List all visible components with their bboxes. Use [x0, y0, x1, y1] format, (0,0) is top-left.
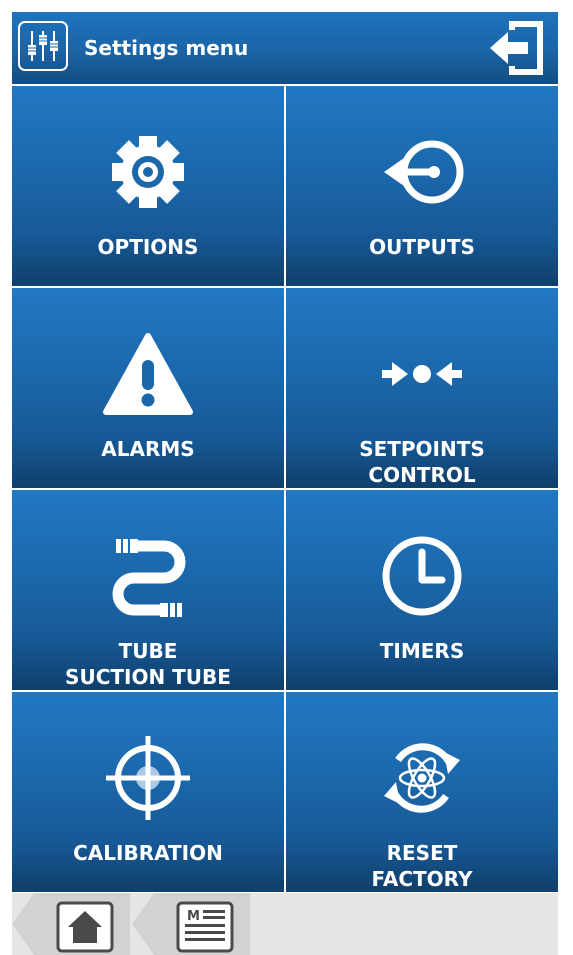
suction-tube-label: TUBE SUCTION TUBE	[65, 639, 231, 689]
menu-button[interactable]: M	[132, 893, 250, 955]
outputs-label: OUTPUTS	[369, 235, 475, 259]
warning-icon	[103, 333, 193, 415]
alarms-tile[interactable]: ALARMS	[12, 288, 284, 488]
setpoints-control-label: SETPOINTS CONTROL	[359, 437, 485, 487]
bottom-nav: M	[12, 893, 558, 955]
timers-tile[interactable]: TIMERS	[286, 490, 558, 690]
output-arrow-icon	[384, 140, 464, 204]
calibration-label: CALIBRATION	[73, 841, 223, 865]
setpoint-icon	[382, 362, 462, 386]
suction-tube-tile[interactable]: TUBE SUCTION TUBE	[12, 490, 284, 690]
outputs-tile[interactable]: OUTPUTS	[286, 86, 558, 286]
settings-menu-grid: OPTIONS OUTPUTS ALARMS SETPOINTS CONTROL…	[12, 86, 558, 892]
options-tile[interactable]: OPTIONS	[12, 86, 284, 286]
crosshair-icon	[106, 736, 190, 820]
clock-icon	[382, 536, 462, 616]
calibration-tile[interactable]: CALIBRATION	[12, 692, 284, 892]
reset-factory-tile[interactable]: RESET FACTORY	[286, 692, 558, 892]
alarms-label: ALARMS	[101, 437, 195, 461]
svg-text:M: M	[187, 909, 200, 924]
menu-icon: M	[176, 901, 234, 953]
page-title: Settings menu	[84, 36, 249, 60]
home-button[interactable]	[12, 893, 130, 955]
reset-factory-label: RESET FACTORY	[371, 841, 473, 891]
setpoints-control-tile[interactable]: SETPOINTS CONTROL	[286, 288, 558, 488]
options-label: OPTIONS	[97, 235, 199, 259]
home-icon	[56, 901, 114, 953]
gear-icon	[112, 136, 184, 208]
sliders-icon[interactable]	[18, 21, 68, 71]
timers-label: TIMERS	[379, 639, 465, 663]
top-bar: Settings menu	[12, 12, 558, 84]
tube-icon	[112, 539, 186, 617]
reset-atom-icon	[384, 743, 460, 813]
exit-icon	[490, 21, 543, 75]
exit-button[interactable]	[482, 18, 550, 78]
